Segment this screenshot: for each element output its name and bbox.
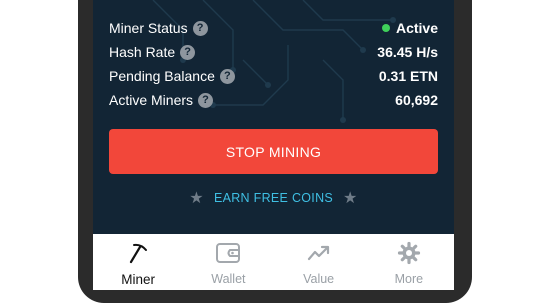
stat-value: Active bbox=[395, 20, 438, 36]
stat-row-active-miners: Active Miners ? 60,692 bbox=[109, 88, 438, 112]
help-icon[interactable]: ? bbox=[192, 20, 208, 36]
help-icon[interactable]: ? bbox=[219, 68, 235, 84]
stat-row-hash-rate: Hash Rate ? 36.45 H/s bbox=[109, 40, 438, 64]
stat-row-miner-status: Miner Status ? Active bbox=[109, 16, 438, 40]
pickaxe-icon bbox=[125, 240, 151, 266]
earn-free-coins-link[interactable]: ★ EARN FREE COINS ★ bbox=[93, 188, 454, 208]
help-icon[interactable]: ? bbox=[180, 44, 196, 60]
stats-panel: Miner Status ? Active Hash Rate ? 36.45 … bbox=[109, 16, 438, 112]
star-icon: ★ bbox=[189, 190, 204, 207]
stat-row-pending-balance: Pending Balance ? 0.31 ETN bbox=[109, 64, 438, 88]
status-dot-icon bbox=[381, 24, 390, 32]
stat-value: 60,692 bbox=[395, 92, 438, 108]
stat-label: Miner Status bbox=[109, 20, 188, 36]
tab-more[interactable]: More bbox=[364, 234, 454, 290]
stop-mining-button[interactable]: STOP MINING bbox=[109, 129, 438, 174]
trend-chart-icon bbox=[306, 240, 332, 266]
wallet-icon bbox=[215, 240, 241, 266]
stat-value: 36.45 H/s bbox=[377, 44, 438, 60]
tab-label: Miner bbox=[121, 272, 155, 287]
earn-free-coins-label: EARN FREE COINS bbox=[213, 191, 334, 205]
bottom-tab-bar: Miner Wallet Value More bbox=[93, 234, 454, 290]
stat-label: Hash Rate bbox=[109, 44, 176, 60]
tab-miner[interactable]: Miner bbox=[93, 234, 183, 290]
tab-label: Wallet bbox=[211, 272, 246, 286]
gear-icon bbox=[396, 240, 422, 266]
help-icon[interactable]: ? bbox=[198, 92, 214, 108]
stat-label: Active Miners bbox=[109, 92, 194, 108]
tab-value[interactable]: Value bbox=[274, 234, 364, 290]
tab-wallet[interactable]: Wallet bbox=[183, 234, 273, 290]
app-screen: Miner Status ? Active Hash Rate ? 36.45 … bbox=[93, 0, 454, 290]
stat-value: 0.31 ETN bbox=[378, 68, 438, 84]
stat-label: Pending Balance bbox=[109, 68, 215, 84]
star-icon: ★ bbox=[343, 190, 358, 207]
tab-label: Value bbox=[303, 272, 335, 286]
tab-label: More bbox=[394, 272, 424, 286]
